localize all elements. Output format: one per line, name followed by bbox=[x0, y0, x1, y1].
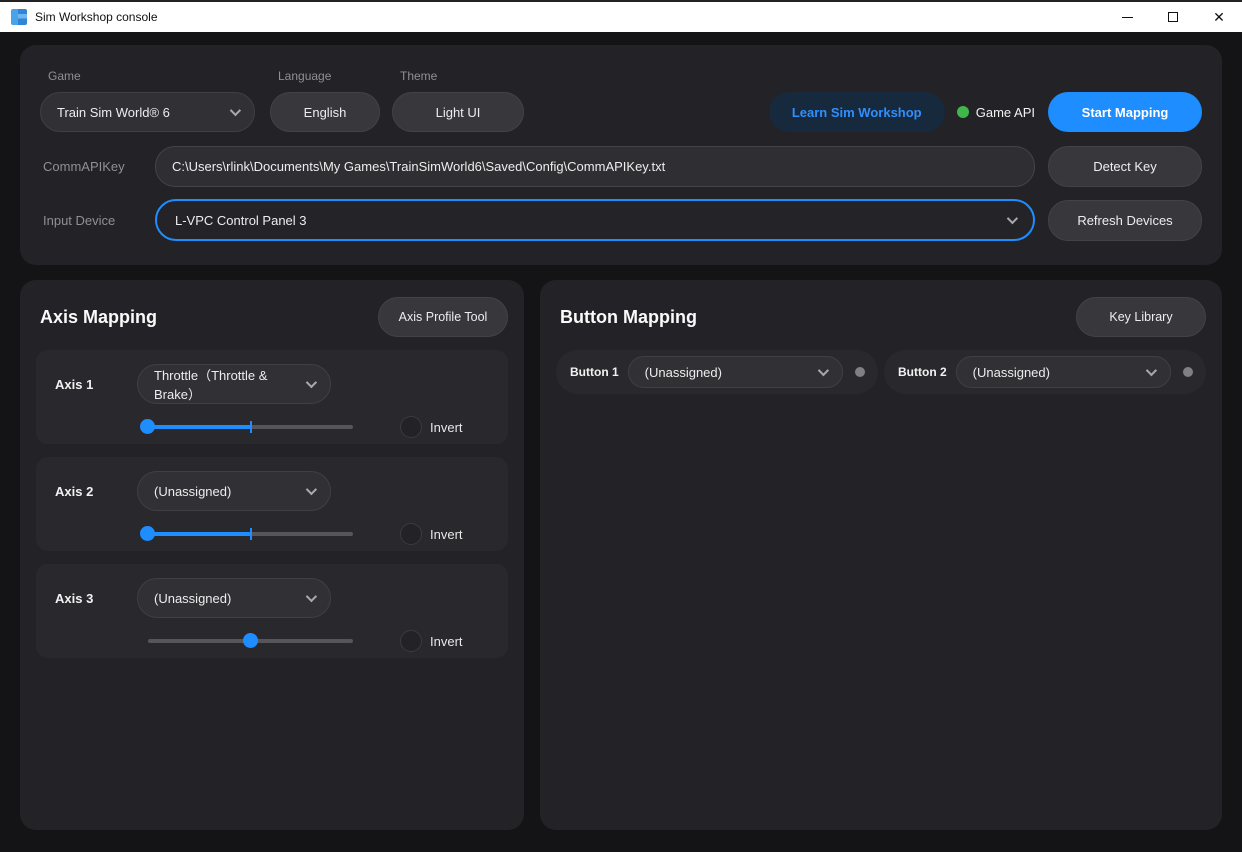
button-1-state-dot-icon bbox=[855, 367, 865, 377]
comm-api-key-label: CommAPIKey bbox=[40, 159, 155, 174]
settings-panel: Game Train Sim World® 6 Language English… bbox=[20, 45, 1222, 265]
maximize-button[interactable] bbox=[1150, 2, 1196, 32]
game-api-status: Game API bbox=[957, 105, 1035, 120]
theme-button[interactable]: Light UI bbox=[392, 92, 524, 132]
theme-button-label: Light UI bbox=[436, 105, 481, 120]
slider-tick bbox=[250, 421, 252, 433]
slider-fill bbox=[148, 532, 251, 536]
axis-1-invert-radio[interactable] bbox=[400, 416, 422, 438]
close-icon: ✕ bbox=[1213, 10, 1225, 24]
chevron-down-icon bbox=[817, 365, 828, 376]
slider-thumb[interactable] bbox=[243, 633, 258, 648]
button-mapping-panel: Button Mapping Key Library Button 1 (Una… bbox=[540, 280, 1222, 830]
page-background: Game Train Sim World® 6 Language English… bbox=[0, 32, 1242, 852]
axis-2-card: Axis 2 (Unassigned) Inver bbox=[36, 457, 508, 551]
language-button[interactable]: English bbox=[270, 92, 380, 132]
button-2-label: Button 2 bbox=[898, 365, 947, 379]
chevron-down-icon bbox=[230, 105, 241, 116]
axis-mapping-panel: Axis Mapping Axis Profile Tool Axis 1 Th… bbox=[20, 280, 524, 830]
chevron-down-icon bbox=[306, 591, 317, 602]
button-2-card: Button 2 (Unassigned) bbox=[884, 350, 1206, 394]
axis-1-select-value: Throttle（Throttle & Brake） bbox=[154, 365, 306, 403]
axis-2-invert-radio[interactable] bbox=[400, 523, 422, 545]
axis-2-select[interactable]: (Unassigned) bbox=[137, 471, 331, 511]
button-2-select-value: (Unassigned) bbox=[973, 365, 1050, 380]
slider-tick bbox=[250, 528, 252, 540]
axis-1-card: Axis 1 Throttle（Throttle & Brake） bbox=[36, 350, 508, 444]
start-mapping-button[interactable]: Start Mapping bbox=[1048, 92, 1202, 132]
axis-2-label: Axis 2 bbox=[55, 484, 137, 499]
game-select-value: Train Sim World® 6 bbox=[57, 105, 170, 120]
input-device-select[interactable]: L-VPC Control Panel 3 bbox=[155, 199, 1035, 241]
axis-profile-tool-button[interactable]: Axis Profile Tool bbox=[378, 297, 508, 337]
invert-label: Invert bbox=[430, 634, 463, 649]
app-icon bbox=[11, 9, 27, 25]
input-device-value: L-VPC Control Panel 3 bbox=[175, 213, 307, 228]
learn-sim-workshop-button[interactable]: Learn Sim Workshop bbox=[769, 92, 945, 132]
window-title: Sim Workshop console bbox=[35, 10, 158, 24]
game-label: Game bbox=[48, 69, 255, 83]
axis-3-invert-radio[interactable] bbox=[400, 630, 422, 652]
button-1-card: Button 1 (Unassigned) bbox=[556, 350, 878, 394]
api-status-label: Game API bbox=[976, 105, 1035, 120]
slider-thumb[interactable] bbox=[140, 419, 155, 434]
theme-label: Theme bbox=[400, 69, 524, 83]
minimize-icon bbox=[1122, 17, 1133, 18]
axis-1-select[interactable]: Throttle（Throttle & Brake） bbox=[137, 364, 331, 404]
close-button[interactable]: ✕ bbox=[1196, 2, 1242, 32]
button-mapping-title: Button Mapping bbox=[560, 307, 697, 328]
axis-3-select-value: (Unassigned) bbox=[154, 591, 231, 606]
invert-label: Invert bbox=[430, 420, 463, 435]
chevron-down-icon bbox=[1007, 213, 1018, 224]
chevron-down-icon bbox=[1145, 365, 1156, 376]
slider-fill bbox=[148, 425, 251, 429]
input-device-label: Input Device bbox=[40, 213, 155, 228]
titlebar: Sim Workshop console ✕ bbox=[0, 0, 1242, 32]
comm-api-key-input[interactable] bbox=[155, 146, 1035, 187]
button-1-select-value: (Unassigned) bbox=[645, 365, 722, 380]
axis-3-card: Axis 3 (Unassigned) Inver bbox=[36, 564, 508, 658]
chevron-down-icon bbox=[306, 377, 317, 388]
axis-3-label: Axis 3 bbox=[55, 591, 137, 606]
button-2-state-dot-icon bbox=[1183, 367, 1193, 377]
axis-1-label: Axis 1 bbox=[55, 377, 137, 392]
game-select[interactable]: Train Sim World® 6 bbox=[40, 92, 255, 132]
language-button-label: English bbox=[304, 105, 347, 120]
detect-key-button[interactable]: Detect Key bbox=[1048, 146, 1202, 187]
slider-thumb[interactable] bbox=[140, 526, 155, 541]
button-1-label: Button 1 bbox=[570, 365, 619, 379]
axis-1-slider[interactable] bbox=[148, 416, 353, 438]
axis-2-select-value: (Unassigned) bbox=[154, 484, 231, 499]
invert-label: Invert bbox=[430, 527, 463, 542]
key-library-button[interactable]: Key Library bbox=[1076, 297, 1206, 337]
axis-3-select[interactable]: (Unassigned) bbox=[137, 578, 331, 618]
minimize-button[interactable] bbox=[1104, 2, 1150, 32]
window-controls: ✕ bbox=[1104, 2, 1242, 32]
button-2-select[interactable]: (Unassigned) bbox=[956, 356, 1171, 388]
language-label: Language bbox=[278, 69, 380, 83]
api-status-dot-icon bbox=[957, 106, 969, 118]
axis-3-slider[interactable] bbox=[148, 630, 353, 652]
axis-mapping-title: Axis Mapping bbox=[40, 307, 157, 328]
maximize-icon bbox=[1168, 12, 1178, 22]
button-1-select[interactable]: (Unassigned) bbox=[628, 356, 843, 388]
refresh-devices-button[interactable]: Refresh Devices bbox=[1048, 200, 1202, 241]
axis-2-slider[interactable] bbox=[148, 523, 353, 545]
chevron-down-icon bbox=[306, 484, 317, 495]
